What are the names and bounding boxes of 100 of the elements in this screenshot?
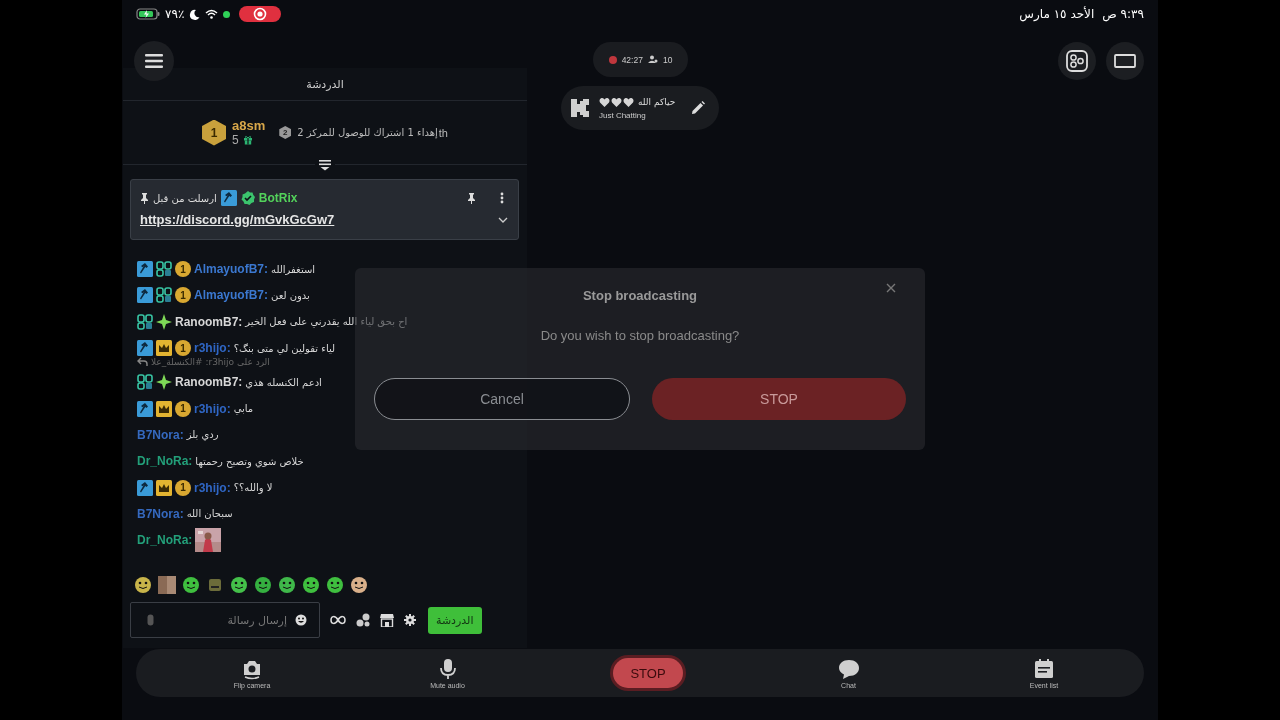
message-field[interactable]: إرسال رسالة	[130, 602, 320, 638]
rank-badge: 2	[279, 126, 292, 139]
settings-icon[interactable]	[404, 614, 416, 626]
calendar-list-icon	[1033, 657, 1055, 680]
verified-icon	[240, 191, 255, 205]
gift-goal-text: إهداء 1 اشتراك للوصول للمركز 2	[297, 127, 438, 138]
sub-badge: 1	[175, 287, 191, 304]
gift-count: 5	[232, 133, 239, 147]
camera-lenses-icon	[1066, 50, 1088, 72]
chevron-down-icon[interactable]	[498, 216, 508, 223]
message-text: اح بحق لياء الله يقدرني على فعل الخير	[245, 316, 408, 328]
stream-duration: 42:27	[621, 54, 643, 65]
sub-badge: 1	[175, 340, 191, 357]
moon-icon	[189, 8, 201, 20]
hammer-badge-icon	[220, 190, 237, 206]
pin-icon[interactable]	[467, 192, 476, 204]
emote-icon[interactable]	[350, 576, 368, 594]
emote-icon[interactable]	[278, 576, 296, 594]
og-badge-icon	[156, 261, 172, 278]
hammer-badge-icon	[137, 261, 153, 278]
emote-icon[interactable]	[302, 576, 320, 594]
reply-icon	[137, 357, 148, 368]
stream-title: حياكم الله	[638, 97, 676, 107]
emote-icon[interactable]	[254, 576, 272, 594]
infinity-icon[interactable]	[330, 615, 346, 625]
sub-badge: 1	[175, 479, 191, 496]
username[interactable]: B7Nora:	[137, 427, 184, 442]
emote-icon[interactable]	[326, 576, 344, 594]
emote-icon[interactable]	[134, 576, 152, 594]
message-text: لياء تقولين لي متى بنگ؟	[233, 342, 336, 354]
hammer-badge-icon	[137, 400, 153, 417]
sub-badge: 1	[175, 400, 191, 417]
more-icon[interactable]	[500, 192, 504, 204]
username[interactable]: Dr_NoRa:	[137, 454, 193, 469]
gift-icon	[242, 135, 253, 145]
rank-suffix: th	[438, 126, 448, 139]
message-text: خلاص شوي وتصبح رحمتها	[195, 455, 304, 467]
sub-badge: 1	[175, 261, 191, 278]
record-icon	[253, 7, 268, 21]
close-icon[interactable]	[886, 283, 896, 293]
username[interactable]: Dr_NoRa:	[137, 533, 193, 548]
username[interactable]: r3hijo:	[194, 401, 231, 416]
og-badge-icon	[137, 374, 153, 391]
menu-icon	[145, 54, 163, 68]
username: a8sm	[232, 118, 266, 133]
crown-badge-icon	[156, 400, 172, 417]
reply-text: الرد على r3hijo: #الكنسلة_علا	[151, 357, 270, 368]
hearts-icon	[599, 96, 634, 108]
edit-icon[interactable]	[691, 101, 705, 115]
rectangle-icon	[1114, 54, 1136, 68]
cancel-button[interactable]: Cancel	[374, 378, 630, 420]
hammer-badge-icon	[137, 479, 153, 496]
hammer-badge-icon	[137, 287, 153, 304]
sparkle-badge-icon	[156, 313, 172, 330]
store-icon[interactable]	[380, 613, 394, 627]
pinned-by-label: ارسلت من قبل	[153, 192, 217, 204]
message-text: بدون لعن	[271, 289, 310, 301]
viewers-icon	[647, 54, 658, 65]
menu-button[interactable]	[134, 41, 174, 81]
chat-bubble-icon	[837, 657, 860, 680]
message-text: ردي بلز	[186, 429, 219, 441]
username[interactable]: B7Nora:	[137, 506, 184, 521]
stop-button[interactable]: STOP	[652, 378, 906, 420]
emote-icon[interactable]	[230, 576, 248, 594]
battery-icon	[136, 8, 160, 20]
crown-badge-icon	[156, 340, 172, 357]
message-text: لا والله؟؟	[233, 482, 273, 493]
camera-switch-button[interactable]	[1058, 42, 1096, 80]
og-badge-icon	[137, 313, 153, 330]
status-dot-icon	[223, 10, 231, 18]
bubbles-icon[interactable]	[356, 613, 370, 627]
message-text: سبحان الله	[186, 508, 233, 520]
username[interactable]: AlmayuofB7:	[194, 288, 268, 303]
date-text: الأحد ١٥ مارس	[1019, 7, 1095, 21]
emoji-icon	[295, 614, 307, 626]
chat-title: الدردشة	[306, 77, 344, 91]
message-text: مابي	[233, 403, 254, 415]
hammer-badge-icon	[137, 340, 153, 357]
stream-category: Just Chatting	[599, 110, 647, 120]
chat-send-button[interactable]: الدردشة	[428, 606, 482, 634]
username[interactable]: RanoomB7:	[175, 314, 243, 329]
stop-button[interactable]: STOP	[613, 658, 683, 688]
username[interactable]: RanoomB7:	[175, 375, 243, 390]
crown-badge-icon	[156, 479, 172, 496]
discord-link[interactable]: https://discord.gg/mGvkGcGw7	[140, 212, 335, 227]
screen-mode-button[interactable]	[1106, 42, 1144, 80]
username[interactable]: BotRix	[258, 191, 298, 205]
emote-icon[interactable]	[182, 576, 200, 594]
message-text: استغفرالله	[271, 263, 316, 275]
message-input[interactable]: إرسال رسالة	[160, 612, 289, 628]
sparkle-badge-icon	[156, 374, 172, 391]
dialog-message: Do you wish to stop broadcasting?	[539, 328, 741, 343]
username[interactable]: r3hijo:	[194, 480, 231, 495]
wifi-icon	[205, 9, 219, 19]
username[interactable]: r3hijo:	[194, 341, 231, 356]
recording-indicator[interactable]	[239, 6, 282, 22]
username[interactable]: AlmayuofB7:	[194, 262, 268, 277]
viewer-count: 10	[662, 54, 673, 65]
dialog-title: Stop broadcasting	[582, 287, 698, 303]
rank-badge: 1	[202, 119, 226, 146]
